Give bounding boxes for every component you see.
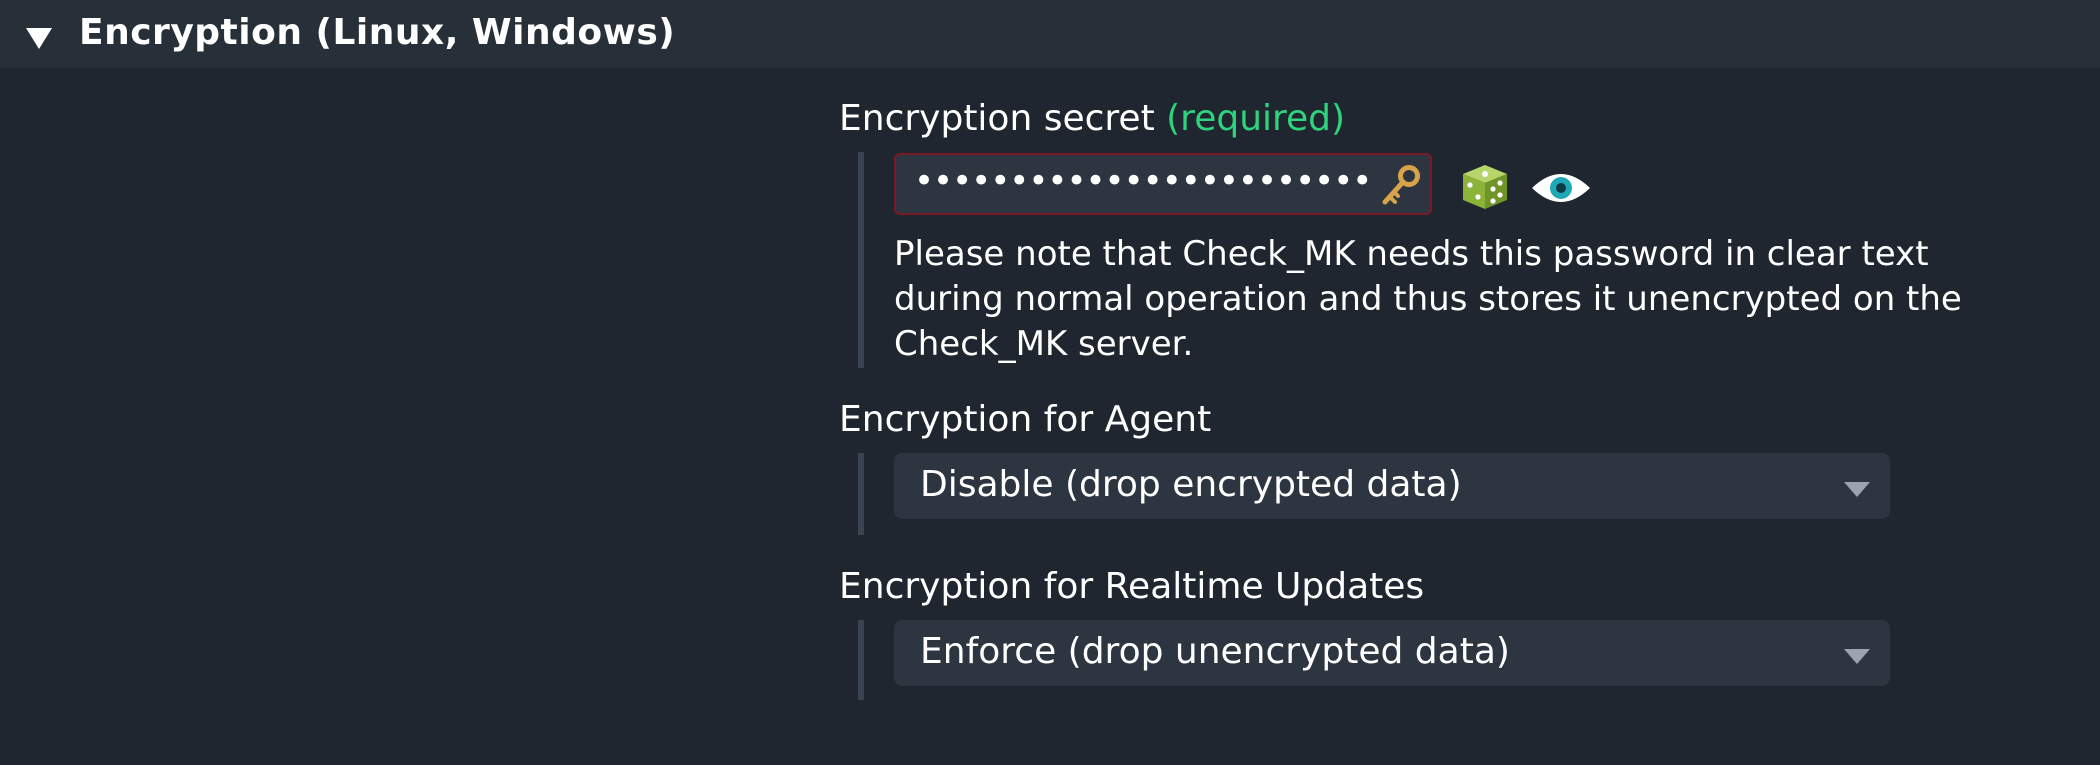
realtime-encryption-label: Encryption for Realtime Updates xyxy=(839,566,1425,607)
encryption-secret-label: Encryption secret (required) xyxy=(839,98,1345,139)
agent-indent-bar xyxy=(858,453,864,535)
eye-icon[interactable] xyxy=(1530,168,1592,208)
agent-encryption-label: Encryption for Agent xyxy=(839,399,1212,440)
chevron-down-icon[interactable] xyxy=(1844,482,1870,497)
chevron-down-icon[interactable] xyxy=(1844,649,1870,664)
dice-icon[interactable] xyxy=(1460,163,1510,211)
encryption-secret-input[interactable]: •••••••••••••••••••••••• xyxy=(894,153,1432,215)
agent-encryption-selected[interactable]: Disable (drop encrypted data) xyxy=(920,464,1462,505)
encryption-secret-label-text: Encryption secret xyxy=(839,98,1155,139)
key-icon[interactable] xyxy=(1378,163,1424,209)
required-marker: (required) xyxy=(1166,98,1346,139)
realtime-encryption-selected[interactable]: Enforce (drop unencrypted data) xyxy=(920,631,1510,672)
agent-encryption-select[interactable]: Disable (drop encrypted data) xyxy=(894,453,1890,519)
section-header[interactable]: Encryption (Linux, Windows) xyxy=(0,0,2100,68)
secret-help-text: Please note that Check_MK needs this pas… xyxy=(894,234,1962,364)
triangle-down-icon[interactable] xyxy=(26,28,52,49)
realtime-indent-bar xyxy=(858,620,864,700)
masked-password[interactable]: •••••••••••••••••••••••• xyxy=(914,161,1372,201)
realtime-encryption-select[interactable]: Enforce (drop unencrypted data) xyxy=(894,620,1890,686)
secret-indent-bar xyxy=(858,152,864,368)
encryption-settings-panel: Encryption (Linux, Windows) Encryption s… xyxy=(0,0,2100,765)
section-title: Encryption (Linux, Windows) xyxy=(79,12,676,53)
